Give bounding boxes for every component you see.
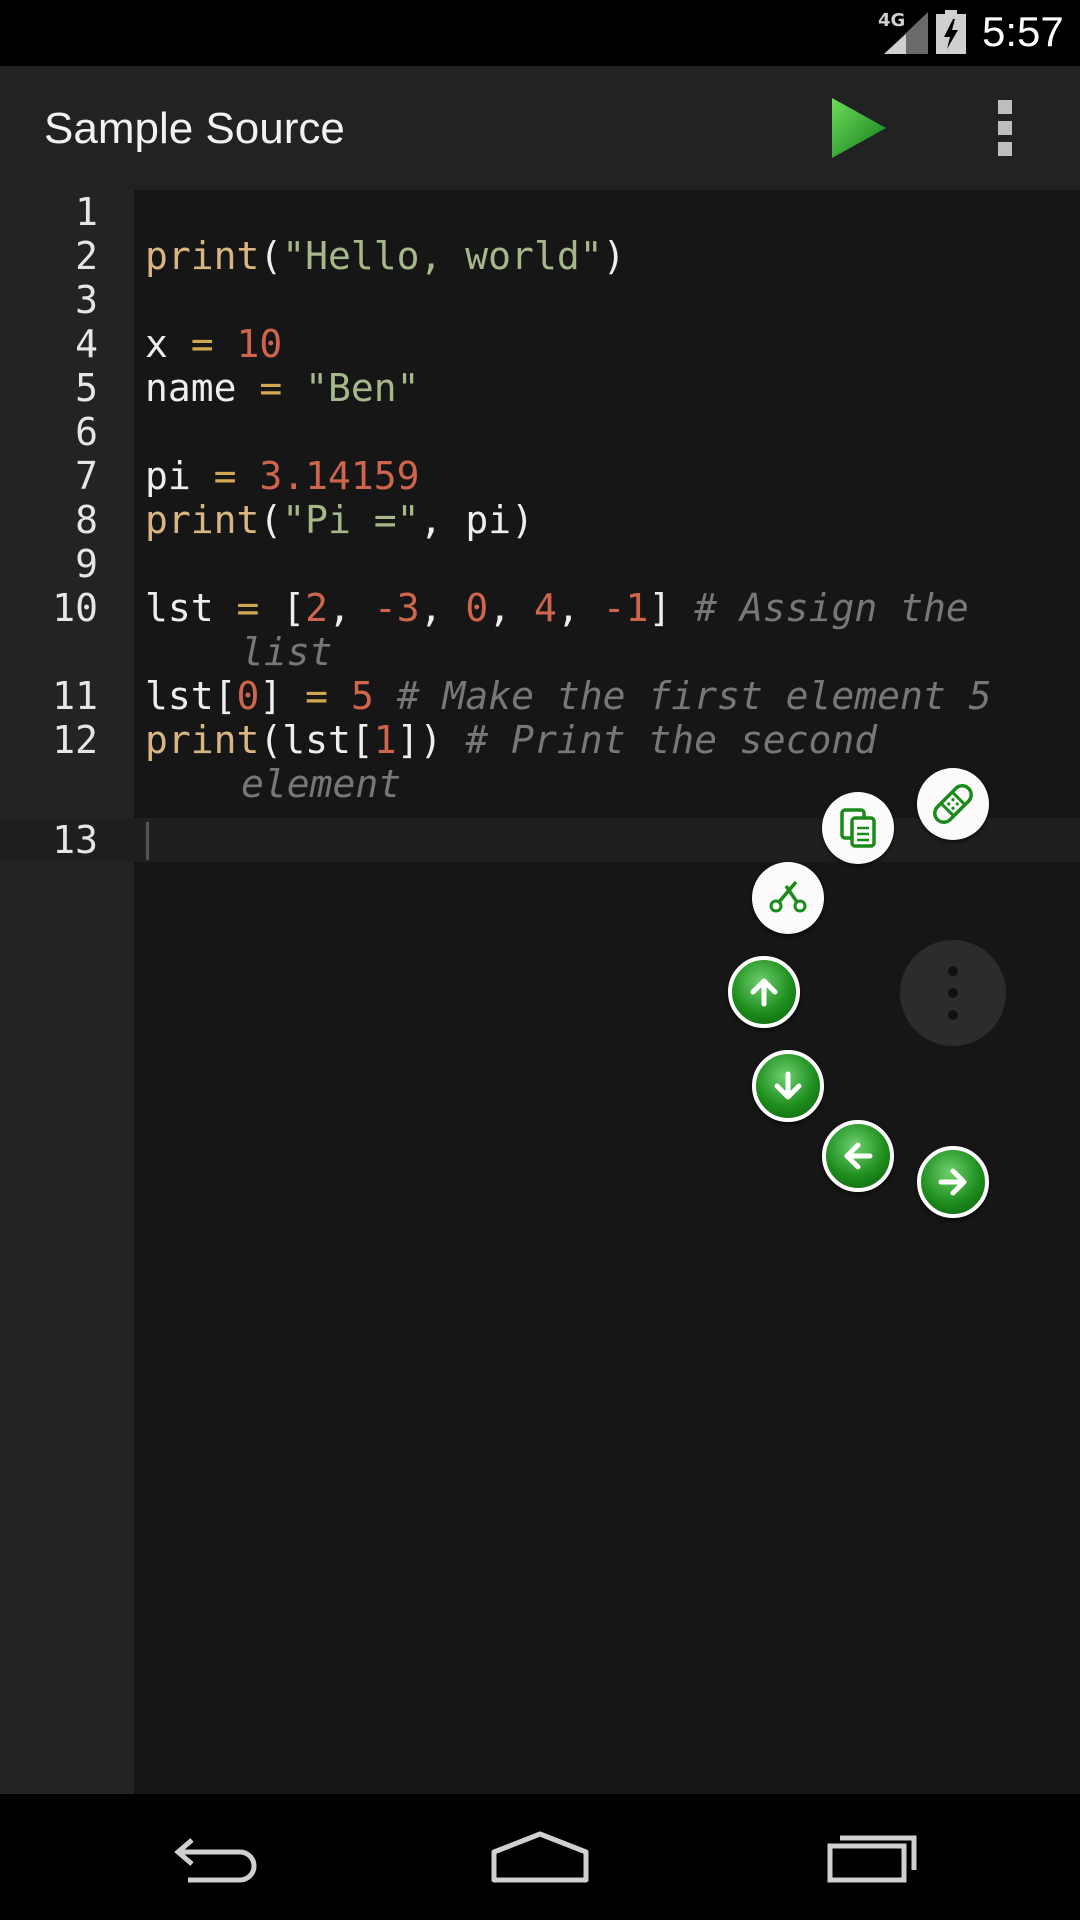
- recents-icon: [827, 1835, 917, 1883]
- move-down-button[interactable]: [752, 1050, 824, 1122]
- play-icon: [832, 98, 886, 158]
- code-line-8: print("Pi =", pi): [145, 498, 534, 542]
- navigation-bar: [0, 1794, 1080, 1920]
- line-number: 13: [52, 818, 98, 862]
- more-vert-icon: [948, 966, 958, 1020]
- code-line-4: x = 10: [145, 322, 283, 366]
- cut-button[interactable]: [752, 862, 824, 934]
- line-number: 9: [75, 542, 98, 586]
- recents-button[interactable]: [826, 1822, 922, 1896]
- paste-button[interactable]: [917, 768, 989, 840]
- move-right-button[interactable]: [917, 1146, 989, 1218]
- copy-button[interactable]: [822, 792, 894, 864]
- line-number: 8: [75, 498, 98, 542]
- line-number: 1: [75, 190, 98, 234]
- code-line-7: pi = 3.14159: [145, 454, 420, 498]
- run-button[interactable]: [820, 92, 896, 164]
- line-number: 3: [75, 278, 98, 322]
- line-number: 10: [52, 586, 98, 630]
- code-line-2: print("Hello, world"): [145, 234, 626, 278]
- arrow-down-icon: [774, 1071, 802, 1100]
- status-bar: 4G 5:57: [0, 0, 1080, 66]
- clock: 5:57: [982, 8, 1064, 55]
- text-cursor: [146, 822, 149, 860]
- copy-icon: [840, 808, 876, 848]
- page-title: Sample Source: [44, 104, 345, 153]
- app-bar: Sample Source: [0, 66, 1080, 190]
- line-number: 11: [52, 674, 98, 718]
- bandage-icon: [933, 784, 973, 824]
- line-number: 6: [75, 410, 98, 454]
- code-line-11: lst[0] = 5 # Make the first element 5: [145, 674, 992, 718]
- move-up-button[interactable]: [728, 956, 800, 1028]
- overflow-menu-button[interactable]: [984, 94, 1028, 162]
- line-number: 7: [75, 454, 98, 498]
- code-line-10: lst = [2, -3, 0, 4, -1] # Assign the: [145, 586, 969, 630]
- line-number: 4: [75, 322, 98, 366]
- more-vert-icon: [998, 100, 1012, 156]
- back-button[interactable]: [160, 1822, 260, 1896]
- line-number: 12: [52, 718, 98, 762]
- arrow-left-icon: [844, 1142, 873, 1170]
- scissors-icon: [769, 880, 807, 913]
- back-icon: [174, 1838, 257, 1883]
- home-icon: [491, 1831, 589, 1883]
- code-line-5: name = "Ben": [145, 366, 420, 410]
- code-line-12: print(lst[1]) # Print the second: [145, 718, 878, 762]
- floating-menu-button[interactable]: [900, 940, 1006, 1046]
- arrow-right-icon: [938, 1168, 967, 1196]
- code-line-10-wrap: list: [241, 630, 333, 674]
- battery-charging-icon: [936, 10, 966, 54]
- arrow-up-icon: [750, 978, 778, 1007]
- home-button[interactable]: [488, 1822, 592, 1896]
- signal-icon: [884, 12, 928, 54]
- move-left-button[interactable]: [822, 1120, 894, 1192]
- line-number: 5: [75, 366, 98, 410]
- line-number: 2: [75, 234, 98, 278]
- code-line-12-wrap: element: [241, 762, 402, 806]
